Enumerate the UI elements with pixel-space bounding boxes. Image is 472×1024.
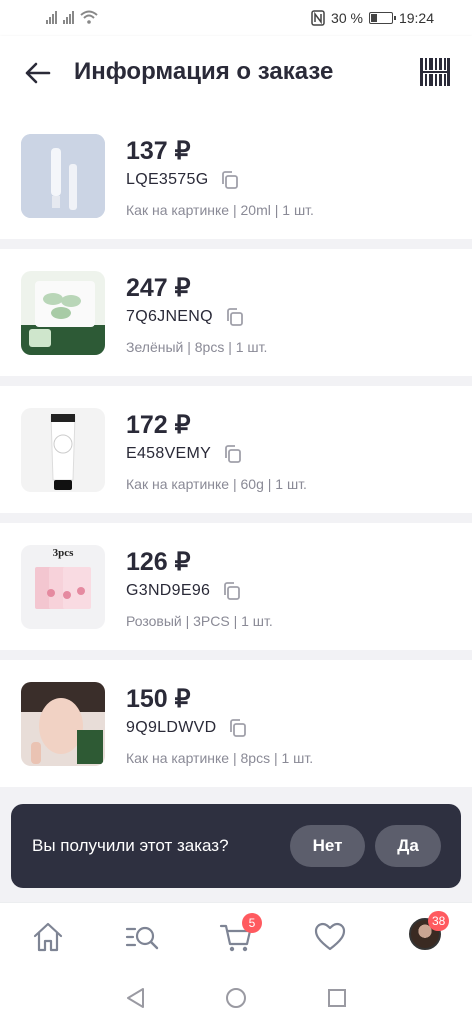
heart-icon[interactable] bbox=[312, 919, 348, 955]
copy-icon[interactable] bbox=[220, 170, 240, 190]
item-price: 126 ₽ bbox=[126, 548, 191, 576]
item-variant: Как на картинке | 60g | 1 шт. bbox=[126, 476, 307, 492]
order-item[interactable]: 137 ₽ LQE3575G Как на картинке | 20ml | … bbox=[0, 112, 472, 239]
system-recents-icon[interactable] bbox=[326, 986, 348, 1010]
copy-icon[interactable] bbox=[223, 444, 243, 464]
app-header: Информация о заказе bbox=[0, 36, 472, 112]
home-icon[interactable] bbox=[30, 919, 66, 955]
order-item[interactable]: 150 ₽ 9Q9LDWVD Как на картинке | 8pcs | … bbox=[0, 660, 472, 787]
item-price: 247 ₽ bbox=[126, 274, 191, 302]
item-variant: Как на картинке | 8pcs | 1 шт. bbox=[126, 750, 314, 766]
cart-badge: 5 bbox=[242, 913, 262, 933]
item-sku: LQE3575G bbox=[126, 171, 209, 188]
item-sku: E458VEMY bbox=[126, 445, 212, 462]
item-variant: Зелёный | 8pcs | 1 шт. bbox=[126, 339, 268, 355]
system-nav-bar bbox=[0, 970, 472, 1024]
order-item[interactable]: 247 ₽ 7Q6JNENQ Зелёный | 8pcs | 1 шт. bbox=[0, 249, 472, 376]
product-image[interactable] bbox=[21, 271, 105, 355]
order-received-prompt: Вы получили этот заказ? Нет Да bbox=[11, 804, 461, 888]
item-price: 150 ₽ bbox=[126, 685, 191, 713]
battery-percent: 30 % bbox=[331, 10, 363, 26]
signal-icon bbox=[46, 10, 57, 24]
item-price: 172 ₽ bbox=[126, 411, 191, 439]
page-title: Информация о заказе bbox=[74, 58, 334, 85]
order-item[interactable]: 172 ₽ E458VEMY Как на картинке | 60g | 1… bbox=[0, 386, 472, 513]
item-variant: Как на картинке | 20ml | 1 шт. bbox=[126, 202, 314, 218]
nfc-icon bbox=[311, 10, 325, 26]
item-sku: G3ND9E96 bbox=[126, 582, 211, 599]
barcode-icon[interactable] bbox=[418, 56, 452, 88]
product-image[interactable] bbox=[21, 682, 105, 766]
system-back-icon[interactable] bbox=[124, 986, 146, 1010]
bottom-nav: 5 38 bbox=[0, 902, 472, 970]
product-image[interactable] bbox=[21, 408, 105, 492]
copy-icon[interactable] bbox=[222, 581, 242, 601]
signal-indicators bbox=[46, 10, 98, 24]
signal-icon bbox=[63, 10, 74, 24]
prompt-question: Вы получили этот заказ? bbox=[32, 836, 229, 855]
wifi-icon bbox=[80, 10, 98, 24]
system-home-icon[interactable] bbox=[225, 986, 247, 1010]
arrow-left-icon[interactable] bbox=[22, 58, 52, 88]
clock: 19:24 bbox=[398, 10, 434, 26]
item-sku: 9Q9LDWVD bbox=[126, 719, 217, 736]
battery-icon bbox=[368, 12, 396, 24]
order-items-list: 137 ₽ LQE3575G Как на картинке | 20ml | … bbox=[0, 112, 472, 797]
no-button[interactable]: Нет bbox=[290, 825, 365, 867]
catalog-search-icon[interactable] bbox=[124, 919, 160, 955]
product-image[interactable] bbox=[21, 134, 105, 218]
status-bar: 30 % 19:24 bbox=[0, 0, 472, 36]
profile-badge: 38 bbox=[428, 911, 450, 931]
copy-icon[interactable] bbox=[228, 718, 248, 738]
item-price: 137 ₽ bbox=[126, 137, 191, 165]
yes-button[interactable]: Да bbox=[375, 825, 441, 867]
product-image[interactable]: 3pcs bbox=[21, 545, 105, 629]
order-item[interactable]: 3pcs 126 ₽ G3ND9E96 Розовый | 3PCS | 1 ш… bbox=[0, 523, 472, 650]
copy-icon[interactable] bbox=[225, 307, 245, 327]
item-sku: 7Q6JNENQ bbox=[126, 308, 213, 325]
item-variant: Розовый | 3PCS | 1 шт. bbox=[126, 613, 273, 629]
